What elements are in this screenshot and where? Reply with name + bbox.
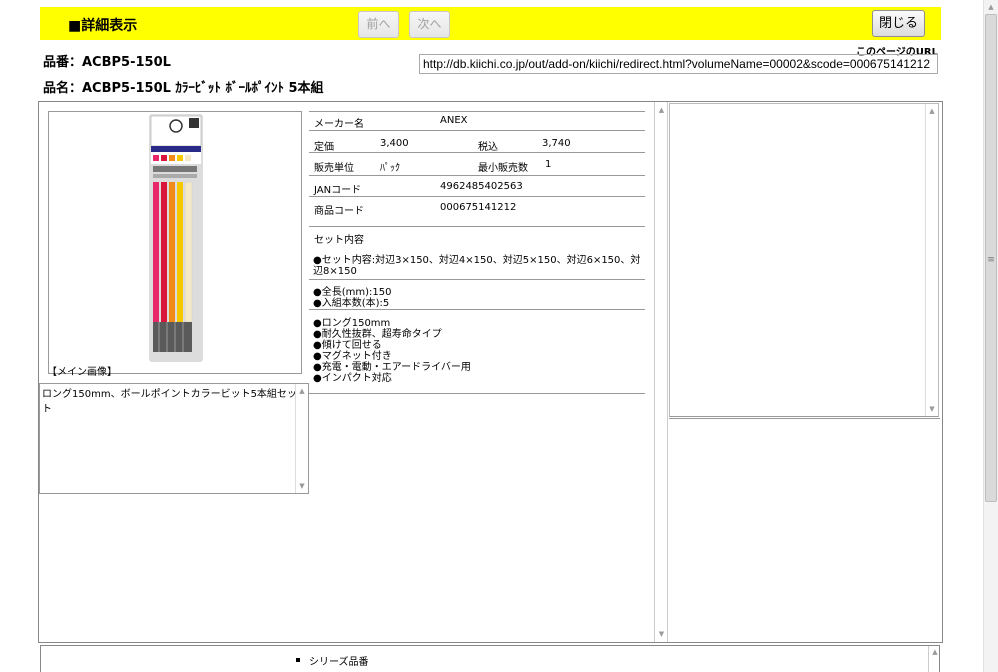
jan-label: JANコード [314, 185, 362, 196]
min-qty-value: 1 [545, 159, 552, 170]
page-url-field[interactable]: http://db.kiichi.co.jp/out/add-on/kiichi… [419, 54, 938, 74]
sales-unit-label: 販売単位 [314, 163, 354, 174]
divider [669, 418, 940, 419]
series-label: シリーズ品番 [309, 657, 369, 668]
maker-value: ANEX [440, 115, 468, 126]
description-text: ロング150mm、ボールポイントカラービット5本組セット [42, 389, 297, 415]
description-scrollbar[interactable]: ▲ ▼ [295, 384, 308, 493]
list-price-value: 3,400 [380, 138, 409, 149]
page-scrollbar[interactable]: ▲ ≡ [983, 0, 998, 672]
next-button[interactable]: 次へ [409, 11, 450, 38]
list-price-label: 定価 [314, 142, 334, 153]
main-image-caption: 【メイン画像】 [47, 367, 117, 378]
product-number: 品番：ACBP5-150L [43, 55, 171, 70]
description-box[interactable]: ロング150mm、ボールポイントカラービット5本組セット ▲ ▼ [39, 383, 309, 494]
divider [309, 152, 645, 153]
tax-incl-label: 税込 [478, 142, 498, 153]
prev-button[interactable]: 前へ [358, 11, 399, 38]
right-scroll-pane[interactable]: ▲ ▼ [669, 103, 939, 417]
divider [309, 196, 645, 197]
pieces-spec: ●入組本数(本):5 [313, 298, 390, 309]
divider [309, 111, 645, 112]
scroll-down-icon[interactable]: ▼ [296, 481, 308, 491]
jan-value: 4962485402563 [440, 181, 523, 192]
right-pane-scrollbar[interactable]: ▲ ▼ [925, 104, 938, 416]
divider [309, 393, 645, 394]
main-image-frame [48, 111, 302, 374]
scroll-up-icon[interactable]: ▲ [926, 106, 938, 116]
product-code-value: 000675141212 [440, 202, 517, 213]
divider [309, 130, 645, 131]
product-image [149, 114, 203, 362]
divider [309, 226, 645, 227]
grip-icon: ≡ [987, 255, 995, 265]
sales-unit-value: ﾊﾟｯｸ [380, 163, 400, 174]
series-frame [40, 645, 940, 672]
set-contents-line2: 辺8×150 [313, 266, 357, 277]
close-button[interactable]: 閉じる [872, 10, 925, 37]
divider [309, 309, 645, 310]
scroll-down-icon[interactable]: ▼ [926, 404, 938, 414]
header-bar: ■詳細表示 前へ 次へ 閉じる [40, 7, 941, 40]
bullet-icon [296, 658, 300, 662]
middle-scroll-edge [667, 102, 668, 642]
product-code-label: 商品コード [314, 206, 364, 217]
divider [309, 175, 645, 176]
page-title: ■詳細表示 [68, 18, 138, 34]
product-name: 品名：ACBP5-150L ｶﾗｰﾋﾞｯﾄ ﾎﾞｰﾙﾎﾟｲﾝﾄ 5本組 [43, 81, 324, 96]
scroll-up-icon[interactable]: ▲ [296, 386, 308, 396]
maker-label: メーカー名 [314, 119, 364, 130]
middle-scroll-track [654, 102, 655, 642]
tax-incl-value: 3,740 [542, 138, 571, 149]
set-contents-label: セット内容 [314, 235, 364, 246]
feature-item: ●インパクト対応 [313, 373, 392, 384]
set-contents-line1: ●セット内容:対辺3×150、対辺4×150、対辺5×150、対辺6×150、対 [313, 255, 641, 266]
divider [309, 279, 645, 280]
min-qty-label: 最小販売数 [478, 163, 528, 174]
scroll-up-icon[interactable]: ▲ [984, 2, 998, 12]
